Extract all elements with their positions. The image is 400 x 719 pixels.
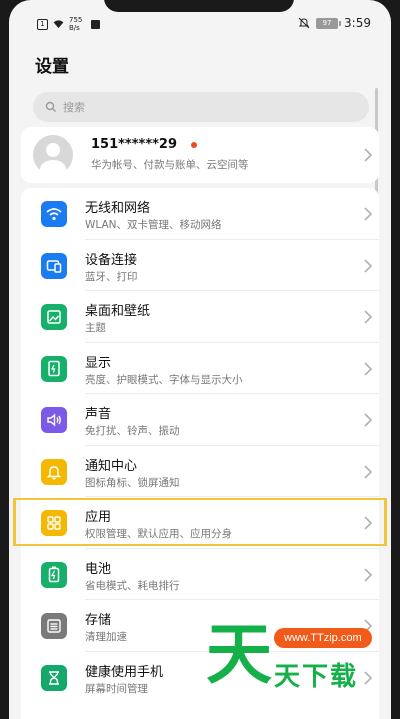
item-title: 桌面和壁纸 xyxy=(85,304,151,319)
chevron-right-icon xyxy=(364,258,373,273)
chevron-right-icon xyxy=(364,464,373,479)
mute-bell-icon xyxy=(298,17,310,29)
item-title: 存储 xyxy=(85,613,112,628)
item-title: 设备连接 xyxy=(85,252,138,268)
account-subtitle: 华为帐号、付款与账单、云空间等 xyxy=(91,159,249,171)
device-connection-icon xyxy=(41,252,67,279)
settings-item-home-wallpaper[interactable]: 桌面和壁纸 主题 xyxy=(21,291,379,343)
clock: 3:59 xyxy=(344,16,371,30)
item-title: 通知中心 xyxy=(85,458,138,474)
sim-icon: 1 xyxy=(37,18,48,30)
settings-item-sound[interactable]: 声音 免打扰、铃声、振动 xyxy=(21,394,379,446)
item-subtitle: 免打扰、铃声、振动 xyxy=(85,425,180,437)
chevron-right-icon xyxy=(364,413,373,427)
chevron-right-icon xyxy=(364,361,373,376)
item-title: 声音 xyxy=(85,407,112,422)
watermark-big-char: 天 xyxy=(206,616,272,693)
item-title: 显示 xyxy=(85,355,112,371)
hourglass-icon xyxy=(41,664,67,691)
settings-item-apps[interactable]: 应用 权限管理、默认应用、应用分身 xyxy=(21,497,379,549)
chevron-right-icon xyxy=(364,207,373,221)
wifi-icon xyxy=(41,201,67,227)
camera-notch xyxy=(104,0,294,12)
storage-icon xyxy=(41,613,67,639)
item-subtitle: 主题 xyxy=(85,322,106,334)
item-subtitle: 清理加速 xyxy=(85,631,127,643)
network-speed: 755 B/s xyxy=(69,16,83,32)
status-bar: 1 755 B/s 97 3:59 xyxy=(9,14,391,38)
account-name: 151******29 xyxy=(91,137,178,152)
item-subtitle: 屏幕时间管理 xyxy=(85,682,148,695)
item-subtitle: 权限管理、默认应用、应用分身 xyxy=(85,528,232,540)
display-icon xyxy=(41,355,67,382)
settings-item-device-connection[interactable]: 设备连接 蓝牙、打印 xyxy=(21,240,379,291)
item-subtitle: 图标角标、锁屏通知 xyxy=(85,476,180,489)
battery-icon xyxy=(41,561,67,588)
settings-item-wireless[interactable]: 无线和网络 WLAN、双卡管理、移动网络 xyxy=(21,188,379,240)
item-subtitle: 省电模式、耗电排行 xyxy=(85,579,180,592)
apps-icon xyxy=(41,510,67,536)
wallpaper-icon xyxy=(41,304,67,330)
item-title: 健康使用手机 xyxy=(85,664,164,680)
chevron-right-icon xyxy=(364,516,373,530)
item-title: 应用 xyxy=(85,510,112,525)
notification-square-icon xyxy=(91,19,100,29)
item-title: 电池 xyxy=(85,561,112,577)
watermark-logo: 天 www.TTzip.com 天下载 xyxy=(200,620,390,710)
search-bar[interactable]: 搜索 xyxy=(33,92,369,122)
wifi-status-icon xyxy=(53,20,64,29)
battery-indicator: 97 xyxy=(316,17,342,29)
chevron-right-icon xyxy=(364,567,373,582)
settings-screen: 1 755 B/s 97 3:59 设置 搜索 151******29 华为帐号… xyxy=(9,0,391,719)
huawei-account-row[interactable]: 151******29 华为帐号、付款与账单、云空间等 xyxy=(21,127,379,183)
watermark-url: www.TTzip.com xyxy=(274,628,372,648)
unread-dot xyxy=(191,142,197,148)
item-title: 无线和网络 xyxy=(85,201,151,216)
page-title: 设置 xyxy=(35,57,69,77)
chevron-right-icon xyxy=(364,148,373,162)
avatar xyxy=(33,135,73,175)
watermark-text: 天下载 xyxy=(274,662,359,692)
notification-icon xyxy=(41,458,67,485)
avatar-person-icon xyxy=(39,143,67,175)
item-subtitle: 蓝牙、打印 xyxy=(85,270,138,283)
settings-item-display[interactable]: 显示 亮度、护眼模式、字体与显示大小 xyxy=(21,343,379,394)
search-placeholder: 搜索 xyxy=(63,101,85,114)
settings-item-notification-center[interactable]: 通知中心 图标角标、锁屏通知 xyxy=(21,446,379,497)
item-subtitle: WLAN、双卡管理、移动网络 xyxy=(85,219,222,231)
item-subtitle: 亮度、护眼模式、字体与显示大小 xyxy=(85,373,243,386)
chevron-right-icon xyxy=(364,310,373,324)
sound-icon xyxy=(41,407,67,433)
settings-item-battery[interactable]: 电池 省电模式、耗电排行 xyxy=(21,549,379,600)
search-icon xyxy=(45,101,56,112)
